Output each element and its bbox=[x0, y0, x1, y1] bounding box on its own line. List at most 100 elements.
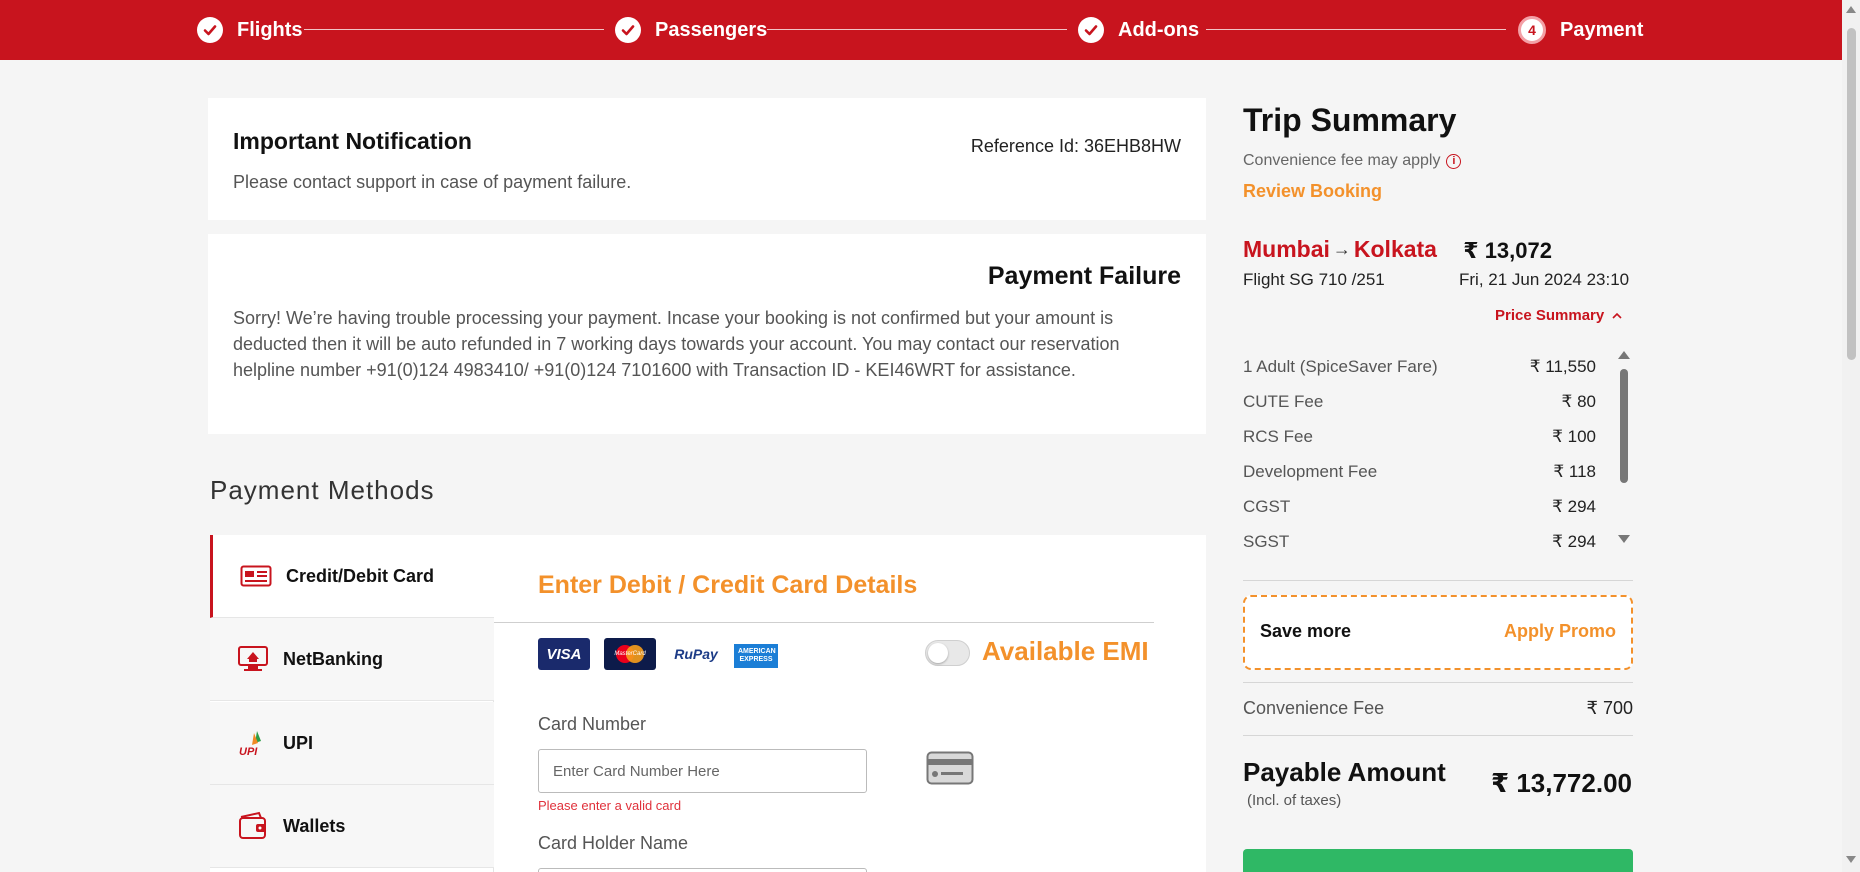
fare-row: CGST ₹ 294 bbox=[1243, 497, 1596, 517]
step-passengers[interactable]: Passengers bbox=[615, 0, 767, 60]
fare-price: ₹ 13,072 bbox=[1463, 238, 1552, 263]
page-scrollbar[interactable] bbox=[1842, 0, 1860, 872]
scrollbar-thumb[interactable] bbox=[1847, 28, 1856, 360]
promo-box: Save more Apply Promo bbox=[1243, 595, 1633, 670]
destination-city: Kolkata bbox=[1353, 236, 1437, 262]
mastercard-logo: MasterCard bbox=[604, 638, 656, 670]
fare-label: Development Fee bbox=[1243, 462, 1378, 481]
fare-amount: ₹ 294 bbox=[1552, 532, 1596, 551]
review-booking-link[interactable]: Review Booking bbox=[1243, 181, 1382, 202]
pay-button[interactable] bbox=[1243, 849, 1633, 872]
scroll-down-arrow-icon[interactable] bbox=[1846, 856, 1856, 863]
step-number: 4 bbox=[1518, 16, 1546, 44]
fare-label: RCS Fee bbox=[1243, 427, 1313, 446]
checkout-stepper: Flights Passengers Add-ons 4 Payment bbox=[0, 0, 1842, 60]
flight-number: Flight SG 710 /251 bbox=[1243, 270, 1385, 289]
card-holder-label: Card Holder Name bbox=[538, 833, 689, 853]
tab-label: Credit/Debit Card bbox=[286, 565, 435, 586]
tab-wallets[interactable]: Wallets bbox=[210, 785, 494, 868]
step-connector bbox=[767, 29, 1067, 30]
notification-title: Important Notification bbox=[233, 128, 472, 154]
check-icon bbox=[1078, 17, 1104, 43]
fare-row: 1 Adult (SpiceSaver Fare) ₹ 11,550 bbox=[1243, 357, 1596, 377]
card-number-error: Please enter a valid card bbox=[538, 798, 682, 813]
route: Mumbai → Kolkata bbox=[1243, 236, 1437, 263]
fare-amount: ₹ 118 bbox=[1553, 462, 1596, 481]
notification-message: Please contact support in case of paymen… bbox=[233, 172, 632, 192]
scroll-up-arrow-icon[interactable] bbox=[1846, 6, 1856, 13]
failure-title: Payment Failure bbox=[987, 262, 1181, 290]
emi-label: Available EMI bbox=[982, 636, 1149, 666]
card-icon bbox=[240, 563, 272, 589]
fare-scrollbar[interactable] bbox=[1616, 347, 1632, 551]
convenience-note: Convenience fee may apply i bbox=[1243, 152, 1462, 170]
tab-label: Wallets bbox=[283, 815, 346, 836]
failure-message: Sorry! We’re having trouble processing y… bbox=[233, 308, 1120, 380]
card-holder-input[interactable] bbox=[538, 868, 867, 872]
save-more-text: Save more bbox=[1260, 621, 1352, 641]
convenience-fee-label: Convenience Fee bbox=[1243, 698, 1385, 718]
important-notification: Important Notification Reference Id: 36E… bbox=[208, 98, 1206, 220]
fare-amount: ₹ 294 bbox=[1552, 497, 1596, 516]
check-icon bbox=[615, 17, 641, 43]
divider bbox=[1243, 735, 1633, 736]
card-details-title: Enter Debit / Credit Card Details bbox=[538, 571, 918, 599]
scroll-down-arrow-icon[interactable] bbox=[1618, 535, 1630, 543]
tab-netbanking[interactable]: NetBanking bbox=[210, 618, 494, 701]
convenience-fee-row: Convenience Fee ₹ 700 bbox=[1243, 698, 1633, 719]
step-flights[interactable]: Flights bbox=[197, 0, 303, 60]
fare-row: Development Fee ₹ 118 bbox=[1243, 462, 1596, 482]
divider bbox=[1243, 580, 1633, 581]
payable-amount: ₹ 13,772.00 bbox=[1491, 768, 1632, 798]
emi-toggle[interactable] bbox=[925, 640, 970, 666]
step-label: Flights bbox=[237, 18, 303, 41]
convenience-fee-amount: ₹ 700 bbox=[1586, 698, 1634, 718]
fare-row: SGST ₹ 294 bbox=[1243, 532, 1596, 552]
fare-label: SGST bbox=[1243, 532, 1290, 551]
check-icon bbox=[197, 17, 223, 43]
svg-text:UPI: UPI bbox=[239, 746, 258, 757]
scroll-up-arrow-icon[interactable] bbox=[1618, 351, 1630, 359]
fare-breakdown: 1 Adult (SpiceSaver Fare) ₹ 11,550 CUTE F… bbox=[1243, 347, 1635, 555]
card-details-panel: Enter Debit / Credit Card Details VISA M… bbox=[494, 535, 1206, 872]
divider bbox=[494, 622, 1154, 623]
payment-failure-card: Payment Failure Sorry! We’re having trou… bbox=[208, 234, 1206, 434]
step-label: Passengers bbox=[655, 18, 768, 41]
fare-label: 1 Adult (SpiceSaver Fare) bbox=[1243, 357, 1438, 376]
payable-note: (Incl. of taxes) bbox=[1247, 792, 1342, 809]
step-payment[interactable]: 4 Payment bbox=[1518, 0, 1643, 60]
visa-logo: VISA bbox=[538, 638, 590, 670]
payment-methods-title: Payment Methods bbox=[210, 475, 435, 505]
wallet-icon bbox=[237, 811, 269, 839]
tab-label: NetBanking bbox=[283, 648, 384, 669]
toggle-knob bbox=[928, 643, 948, 663]
chevron-up-icon bbox=[1612, 307, 1622, 324]
amex-logo: AMERICAN EXPRESS bbox=[734, 644, 778, 668]
step-connector bbox=[1206, 29, 1506, 30]
upi-icon: UPI bbox=[237, 730, 269, 757]
apply-promo-link[interactable]: Apply Promo bbox=[1504, 621, 1616, 642]
info-icon[interactable]: i bbox=[1446, 153, 1462, 169]
rupay-logo: RuPay bbox=[674, 646, 718, 662]
tab-upi[interactable]: UPI UPI bbox=[210, 702, 494, 785]
payment-method-tabs: Credit/Debit Card NetBanking UPI UPI Wal… bbox=[210, 535, 494, 872]
fare-amount: ₹ 11,550 bbox=[1529, 357, 1596, 376]
step-addons[interactable]: Add-ons bbox=[1078, 0, 1199, 60]
origin-city: Mumbai bbox=[1243, 236, 1330, 262]
payable-amount-label: Payable Amount bbox=[1243, 757, 1446, 787]
arrow-right-icon: → bbox=[1332, 239, 1351, 259]
tab-label: UPI bbox=[283, 732, 314, 753]
step-label: Add-ons bbox=[1118, 18, 1200, 41]
fare-label: CUTE Fee bbox=[1243, 392, 1324, 411]
tab-credit-debit-card[interactable]: Credit/Debit Card bbox=[210, 535, 494, 618]
netbanking-icon bbox=[237, 646, 269, 672]
card-number-input[interactable] bbox=[538, 749, 867, 793]
price-summary-toggle[interactable]: Price Summary bbox=[1495, 307, 1622, 324]
credit-card-icon bbox=[926, 751, 974, 790]
reference-id: Reference Id: 36EHB8HW bbox=[970, 136, 1181, 156]
trip-summary-title: Trip Summary bbox=[1243, 102, 1457, 138]
fare-row: CUTE Fee ₹ 80 bbox=[1243, 392, 1596, 412]
scrollbar-thumb[interactable] bbox=[1620, 369, 1628, 483]
fare-label: CGST bbox=[1243, 497, 1291, 516]
divider bbox=[1243, 682, 1633, 683]
